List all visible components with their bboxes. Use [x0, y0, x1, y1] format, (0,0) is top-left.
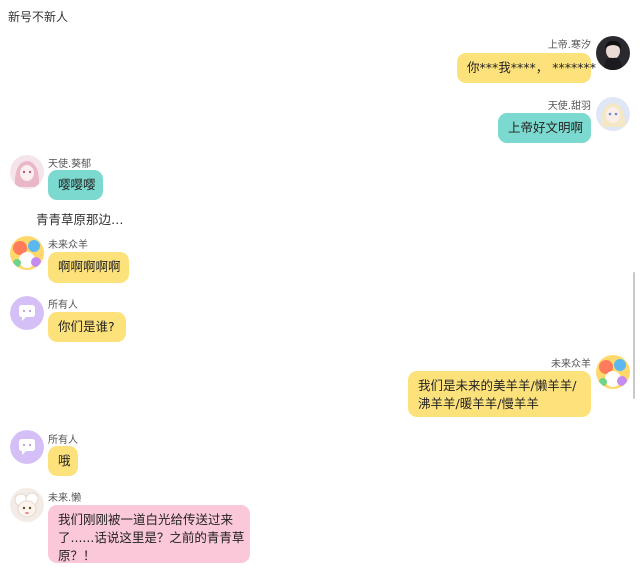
blonde-girl-avatar[interactable] — [596, 97, 630, 131]
message-line: 我们是未来的美羊羊/懒羊羊/ — [418, 378, 577, 393]
sender-name: 天使.甜羽 — [547, 101, 591, 112]
sender-name: 未来众羊 — [48, 240, 88, 251]
message-bubble[interactable]: 你***我****， ******* — [457, 53, 596, 83]
sender-name: 所有人 — [48, 435, 78, 446]
dark-haired-girl-avatar[interactable] — [596, 36, 630, 70]
pink-girl-avatar[interactable] — [10, 155, 44, 189]
message-bubble[interactable]: 哦 — [48, 446, 78, 476]
sender-name: 天使.葵郁 — [48, 159, 92, 170]
chat-title: 新号不新人 — [8, 10, 69, 24]
narration-text: 青青草原那边… — [36, 212, 124, 227]
message-bubble[interactable]: 你们是谁? — [48, 312, 126, 342]
chat-bubble-avatar[interactable] — [10, 430, 44, 464]
chat-bubble-avatar[interactable] — [10, 296, 44, 330]
message-bubble[interactable]: 嘤嘤嘤 — [48, 170, 103, 200]
colorful-group-avatar[interactable] — [10, 236, 44, 270]
scrollbar[interactable] — [633, 272, 635, 399]
colorful-group-avatar[interactable] — [596, 355, 630, 389]
message-line: 沸羊羊/暖羊羊/慢羊羊 — [418, 396, 539, 411]
message-line: 我们刚刚被一道白光给传送过来 — [58, 512, 234, 527]
sender-name: 未来众羊 — [551, 359, 591, 370]
message-bubble[interactable]: 上帝好文明啊 — [498, 113, 591, 143]
sender-name: 上帝.寒汐 — [547, 40, 591, 51]
message-bubble[interactable]: 我们是未来的美羊羊/懒羊羊/ 沸羊羊/暖羊羊/慢羊羊 — [408, 371, 591, 417]
message-line: 了......话说这里是？之前的青青草 — [58, 530, 245, 545]
message-bubble[interactable]: 我们刚刚被一道白光给传送过来 了......话说这里是？之前的青青草 原？！ — [48, 505, 250, 563]
sheep-avatar[interactable] — [10, 488, 44, 522]
sender-name: 所有人 — [48, 300, 78, 311]
message-bubble[interactable]: 啊啊啊啊啊 — [48, 252, 129, 283]
message-line: 原？！ — [58, 548, 96, 563]
sender-name: 未来.懒 — [48, 493, 82, 504]
